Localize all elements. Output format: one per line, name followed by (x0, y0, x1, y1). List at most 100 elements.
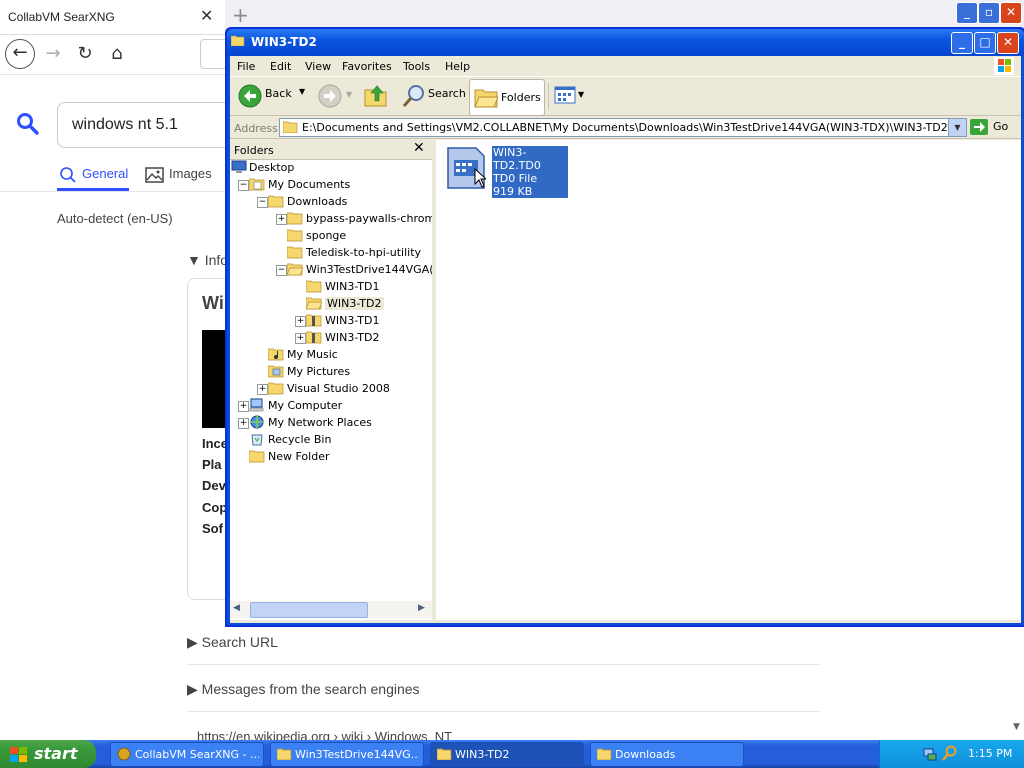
result-url[interactable]: https://en.wikipedia.org › wiki › Window… (197, 729, 452, 740)
file-item[interactable]: WIN3-TD2.TD0 TD0 File 919 KB (446, 146, 568, 198)
address-input[interactable]: E:\Documents and Settings\VM2.COLLABNET\… (279, 118, 967, 137)
dropdown-arrow-icon[interactable]: ▼ (948, 119, 966, 136)
scroll-right-arrow-icon[interactable]: ▶ (418, 603, 425, 613)
close-icon[interactable]: ✕ (997, 32, 1019, 54)
folders-button[interactable]: Folders (469, 79, 545, 116)
tree-item[interactable]: + WIN3-TD2 (230, 330, 432, 346)
tree-item[interactable]: New Folder (230, 449, 432, 465)
address-value: E:\Documents and Settings\VM2.COLLABNET\… (302, 121, 948, 134)
tree-item[interactable]: My Pictures (230, 364, 432, 380)
forward-arrow-icon[interactable] (318, 84, 342, 108)
dropdown-arrow-icon[interactable]: ▼ (578, 90, 584, 99)
tree-item[interactable]: + Visual Studio 2008 (230, 381, 432, 397)
tree-item-label: My Music (287, 348, 338, 361)
close-pane-icon[interactable]: ✕ (413, 140, 425, 156)
menu-view[interactable]: View (305, 60, 331, 73)
menu-file[interactable]: File (237, 60, 255, 73)
engine-messages-toggle[interactable]: ▶ Messages from the search engines (187, 681, 420, 698)
tab-general[interactable]: General (82, 166, 128, 181)
tree-item[interactable]: − Downloads (230, 194, 432, 210)
go-arrow-icon (970, 119, 988, 135)
expand-icon[interactable]: + (238, 401, 249, 412)
tree-item[interactable]: + My Network Places (230, 415, 432, 431)
minimize-icon[interactable]: _ (951, 32, 973, 54)
search-url-toggle[interactable]: ▶ Search URL (187, 634, 278, 651)
menu-edit[interactable]: Edit (270, 60, 291, 73)
tree-item[interactable]: Desktop (230, 160, 432, 176)
horizontal-scrollbar[interactable]: ◀ ▶ (230, 601, 432, 618)
infobox-toggle[interactable]: ▼ Info (187, 252, 228, 268)
tree-item[interactable]: WIN3-TD2 (230, 296, 432, 312)
collapse-icon[interactable]: − (257, 197, 268, 208)
tree-item[interactable]: + My Computer (230, 398, 432, 414)
tree-item[interactable]: WIN3-TD1 (230, 279, 432, 295)
expand-icon[interactable]: + (276, 214, 287, 225)
reload-icon[interactable]: ↻ (70, 39, 100, 69)
taskbar-item[interactable]: Downloads (590, 742, 744, 767)
folders-label: Folders (501, 91, 541, 104)
scroll-left-arrow-icon[interactable]: ◀ (233, 603, 240, 613)
tree-item[interactable]: + WIN3-TD1 (230, 313, 432, 329)
folder-icon (286, 245, 303, 259)
desktop-icon (231, 160, 247, 174)
back-button[interactable]: Back ▼ (236, 82, 308, 110)
start-button[interactable]: start (0, 740, 96, 768)
divider (0, 74, 225, 75)
views-icon[interactable] (554, 86, 576, 104)
expand-icon[interactable]: + (295, 316, 306, 327)
taskbar-item[interactable]: Win3TestDrive144VG... (270, 742, 424, 767)
language-selector[interactable]: Auto-detect (en-US) (57, 211, 173, 226)
home-icon[interactable]: ⌂ (102, 39, 132, 69)
network-icon[interactable] (922, 746, 938, 762)
tree-item[interactable]: sponge (230, 228, 432, 244)
expand-icon[interactable]: + (295, 333, 306, 344)
menu-tools[interactable]: Tools (403, 60, 430, 73)
search-tray-icon[interactable] (942, 745, 958, 761)
minimize-icon[interactable]: _ (956, 2, 978, 24)
scrollbar-thumb[interactable] (250, 602, 368, 618)
taskbar-item-active[interactable]: WIN3-TD2 (430, 742, 584, 767)
scroll-down-arrow-icon[interactable]: ▼ (1010, 722, 1023, 738)
tree-item[interactable]: My Music (230, 347, 432, 363)
go-button[interactable]: Go (970, 118, 1018, 136)
search-icon[interactable] (15, 111, 39, 135)
menu-favorites[interactable]: Favorites (342, 60, 392, 73)
file-list-view: WIN3-TD2.TD0 TD0 File 919 KB (436, 140, 1021, 620)
back-label: Back (265, 87, 292, 100)
expand-icon[interactable]: + (257, 384, 268, 395)
expand-icon[interactable]: + (238, 418, 249, 429)
file-name: WIN3-TD2.TD0 (493, 146, 541, 172)
maximize-icon[interactable]: □ (974, 32, 996, 54)
dropdown-arrow-icon[interactable]: ▼ (299, 87, 305, 96)
back-icon[interactable]: ← (5, 39, 35, 69)
folder-up-icon[interactable] (364, 82, 388, 108)
close-icon[interactable]: ✕ (1000, 2, 1022, 24)
zip-folder-icon (305, 313, 322, 327)
taskbar-item[interactable]: CollabVM SearXNG - ... (110, 742, 264, 767)
windows-logo-icon (10, 747, 27, 762)
collapse-icon[interactable]: − (238, 180, 249, 191)
collapse-icon[interactable]: − (276, 265, 287, 276)
tree-item-label: WIN3-TD1 (325, 280, 380, 293)
tree-item[interactable]: + bypass-paywalls-chrome-clean (230, 211, 432, 227)
close-tab-icon[interactable]: ✕ (200, 6, 213, 25)
folder-tree: Desktop − My Documents − Downloads + bypass-pa… (230, 160, 432, 600)
title-bar[interactable]: WIN3-TD2 _ □ ✕ (227, 29, 1024, 56)
search-button[interactable]: Search (400, 82, 466, 110)
tree-item[interactable]: − My Documents (230, 177, 432, 193)
tree-item[interactable]: Teledisk-to-hpi-utility (230, 245, 432, 261)
restore-icon[interactable]: ▫ (978, 2, 1000, 24)
new-tab-icon[interactable]: + (232, 3, 249, 27)
tree-item[interactable]: Recycle Bin (230, 432, 432, 448)
menu-help[interactable]: Help (445, 60, 470, 73)
browser-window-controls: _ ▫ ✕ (954, 2, 1024, 24)
tree-item-label: bypass-paywalls-chrome-clean (306, 212, 432, 225)
folders-pane-title: Folders (234, 144, 274, 157)
browser-tab[interactable]: CollabVM SearXNG ✕ (0, 0, 225, 35)
tree-item[interactable]: − Win3TestDrive144VGA(WIN3-TDX) (230, 262, 432, 278)
forward-icon[interactable]: → (38, 39, 68, 69)
tab-images[interactable]: Images (169, 166, 212, 181)
menu-bar: File Edit View Favorites Tools Help (230, 56, 1021, 77)
computer-icon (249, 398, 265, 412)
windows-logo-icon (994, 57, 1014, 75)
